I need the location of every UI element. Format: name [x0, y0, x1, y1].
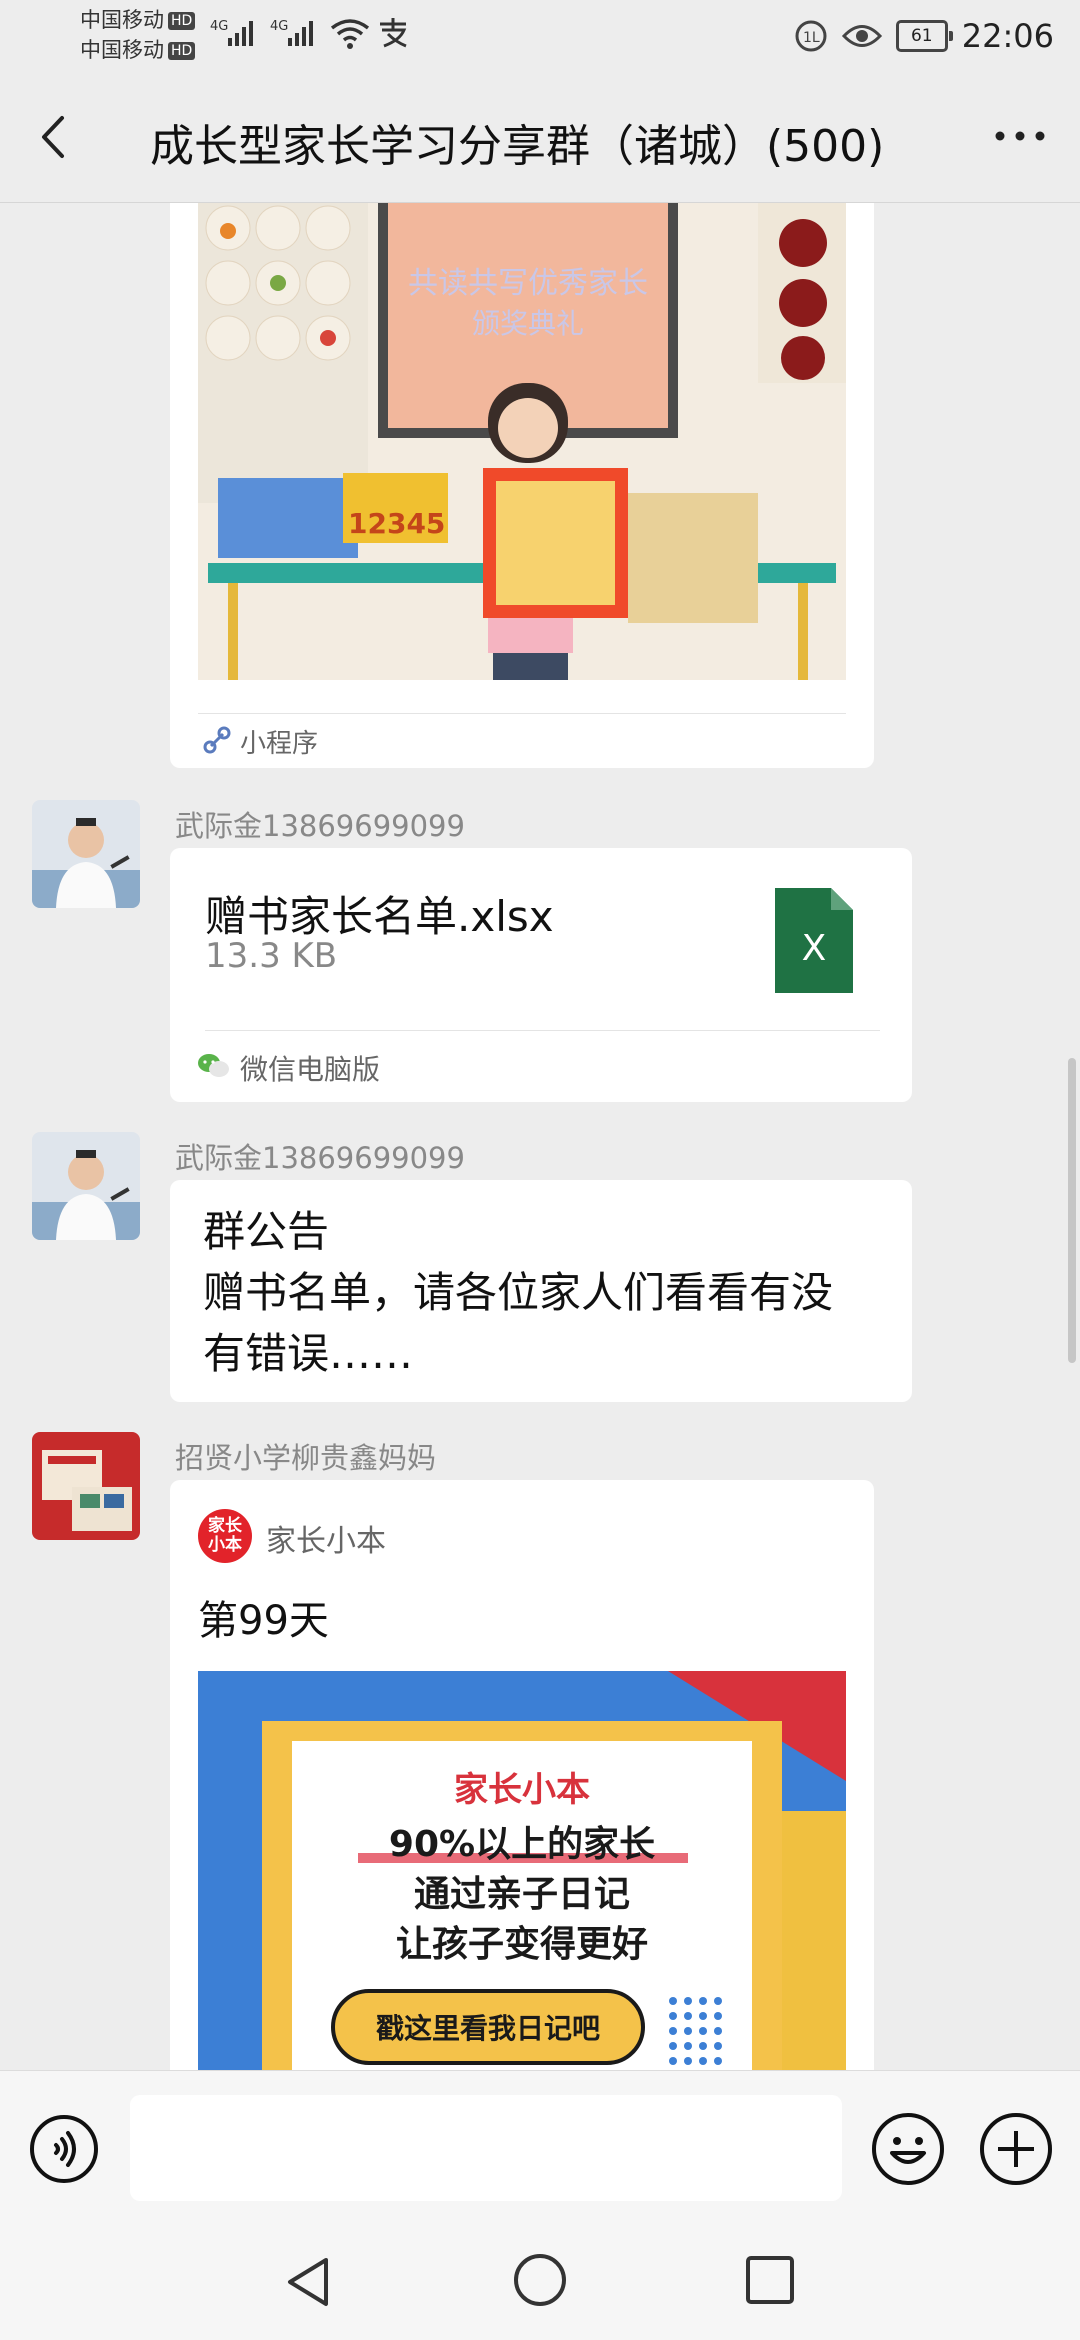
plus-icon[interactable]	[978, 2111, 1054, 2187]
carrier-1: 中国移动 HD	[80, 8, 196, 32]
file-size: 13.3 KB	[205, 936, 338, 976]
mini-program-link-icon	[203, 726, 231, 754]
system-navigation-bar	[0, 2220, 1080, 2340]
network-type-1: 4G	[210, 19, 228, 34]
eye-comfort-icon	[841, 25, 882, 47]
alipay-icon	[380, 18, 407, 48]
promo-button: 戳这里看我日记吧	[376, 2012, 600, 2045]
chat-scrollbar[interactable]	[1068, 1058, 1076, 1363]
promo-line-2: 通过亲子日记	[414, 1874, 630, 1915]
excel-icon-letter: X	[802, 928, 827, 969]
system-back-icon[interactable]	[278, 2252, 338, 2312]
back-arrow-icon[interactable]	[30, 112, 80, 162]
notice-body-line-2: 有错误……	[203, 1329, 414, 1378]
status-bar: 中国移动 HD 中国移动 HD 4G 4G 1L 61 22:06	[0, 0, 1080, 72]
wechat-pc-icon	[198, 1054, 229, 1077]
mini-program-label: 小程序	[240, 729, 319, 759]
banner-line-2: 颁奖典礼	[472, 307, 584, 340]
promo-line-1: 90%以上的家长	[389, 1824, 655, 1865]
voice-input-icon[interactable]	[28, 2113, 100, 2185]
carrier-2: 中国移动 HD	[80, 38, 196, 62]
notice-title: 群公告	[203, 1207, 330, 1256]
divider	[205, 1030, 880, 1031]
sender-avatar[interactable]	[32, 1432, 140, 1540]
article-title: 第99天	[198, 1598, 329, 1644]
sender-name: 招贤小学柳贵鑫妈妈	[175, 1441, 437, 1475]
wifi-icon	[330, 19, 370, 49]
chat-header: 成长型家长学习分享群（诸城）(500)	[0, 72, 1080, 203]
mini-program-image[interactable]: 共读共写优秀家长 颁奖典礼 12345	[198, 203, 846, 680]
sender-name: 武际金13869699099	[175, 809, 465, 843]
system-home-icon[interactable]	[512, 2252, 568, 2308]
system-recents-icon[interactable]	[744, 2254, 796, 2306]
chat-title: 成长型家长学习分享群（诸城）(500)	[150, 121, 885, 172]
sender-name: 武际金13869699099	[175, 1141, 465, 1175]
more-options-icon[interactable]	[990, 116, 1050, 156]
sender-avatar[interactable]	[32, 800, 140, 908]
banner-line-1: 共读共写优秀家长	[408, 266, 648, 301]
svg-text:1L: 1L	[803, 30, 820, 46]
svg-text:12345: 12345	[348, 507, 445, 540]
notice-body-line-1: 赠书名单，请各位家人们看看有没	[203, 1268, 834, 1317]
app-logo: 家长小本	[198, 1509, 252, 1563]
file-source-label: 微信电脑版	[240, 1053, 381, 1086]
message-input[interactable]	[130, 2095, 842, 2201]
chat-message-list[interactable]: 共读共写优秀家长 颁奖典礼 12345 小程序 武际金13869699099 赠…	[0, 203, 1080, 2070]
paper-plates-decoration	[205, 205, 351, 361]
article-cover-image[interactable]: 家长小本 90%以上的家长 通过亲子日记 让孩子变得更好 戳这里看我日记吧	[198, 1671, 846, 2070]
battery-indicator: 61	[895, 20, 953, 52]
app-name: 家长小本	[266, 1524, 386, 1559]
divider	[198, 713, 846, 714]
file-name: 赠书家长名单.xlsx	[205, 892, 554, 941]
excel-file-icon: X	[775, 888, 853, 993]
signal-icon: 4G 4G	[210, 19, 313, 46]
clock: 22:06	[961, 17, 1054, 55]
emoji-icon[interactable]	[870, 2111, 946, 2187]
input-bar	[0, 2070, 1080, 2221]
network-type-2: 4G	[270, 19, 288, 34]
promo-brand: 家长小本	[454, 1770, 590, 1810]
promo-line-3: 让孩子变得更好	[396, 1923, 648, 1965]
sender-avatar[interactable]	[32, 1132, 140, 1240]
hd-call-icon: 1L	[795, 20, 827, 52]
